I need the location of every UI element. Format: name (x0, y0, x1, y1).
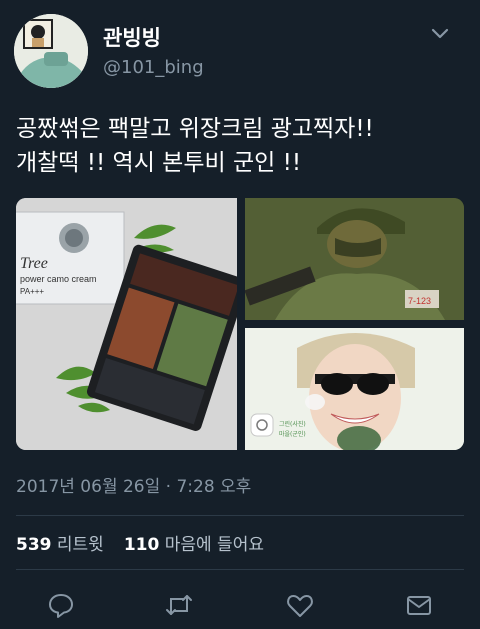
media-photo-face[interactable]: 그린(사진) 마을(군인) (245, 328, 464, 450)
soldier-tag: 7-123 (408, 296, 431, 306)
reply-icon[interactable] (46, 590, 76, 620)
tweet-text-line: 개찰떡 !! 역시 본투비 군인 !! (16, 150, 302, 176)
product-brand: Tree (20, 255, 48, 272)
product-sub: PA+++ (20, 287, 44, 296)
tweet-actions (0, 590, 480, 624)
product-text: power camo cream (20, 274, 97, 284)
chevron-down-icon[interactable] (428, 24, 452, 44)
divider (16, 515, 464, 516)
tweet-timestamp[interactable]: 2017년 06월 26일 · 7:28 오후 (16, 472, 251, 497)
like-icon[interactable] (285, 590, 315, 620)
likes-label: 마음에 들어요 (164, 535, 264, 555)
tweet-text-line: 공짰썪은 팩말고 위장크림 광고찍자!! (16, 116, 374, 142)
display-name[interactable]: 관빙빙 (103, 22, 161, 52)
likes-stat[interactable]: 110 마음에 들어요 (124, 535, 264, 555)
watermark-line: 마을(군인) (279, 430, 306, 438)
divider (16, 569, 464, 570)
retweets-stat[interactable]: 539 리트윗 (16, 535, 104, 555)
media-grid: Tree power camo cream PA+++ 7-123 그린(사진)… (16, 198, 464, 450)
retweets-count: 539 (16, 535, 52, 555)
avatar[interactable] (14, 14, 88, 88)
likes-count: 110 (123, 535, 160, 555)
user-handle[interactable]: @101_bing (103, 57, 204, 78)
tweet-header: 관빙빙 @101_bing (0, 0, 480, 96)
retweets-label: 리트윗 (56, 535, 104, 555)
tweet-text: 공짰썪은 팩말고 위장크림 광고찍자!! 개찰떡 !! 역시 본투비 군인 !! (16, 112, 466, 180)
message-icon[interactable] (404, 590, 434, 620)
media-photo-product[interactable]: Tree power camo cream PA+++ (16, 198, 248, 450)
watermark-line: 그린(사진) (279, 420, 306, 428)
tweet-stats: 539 리트윗 110 마음에 들어요 (16, 530, 264, 555)
media-photo-soldier[interactable]: 7-123 (244, 198, 464, 320)
retweet-icon[interactable] (164, 590, 194, 620)
